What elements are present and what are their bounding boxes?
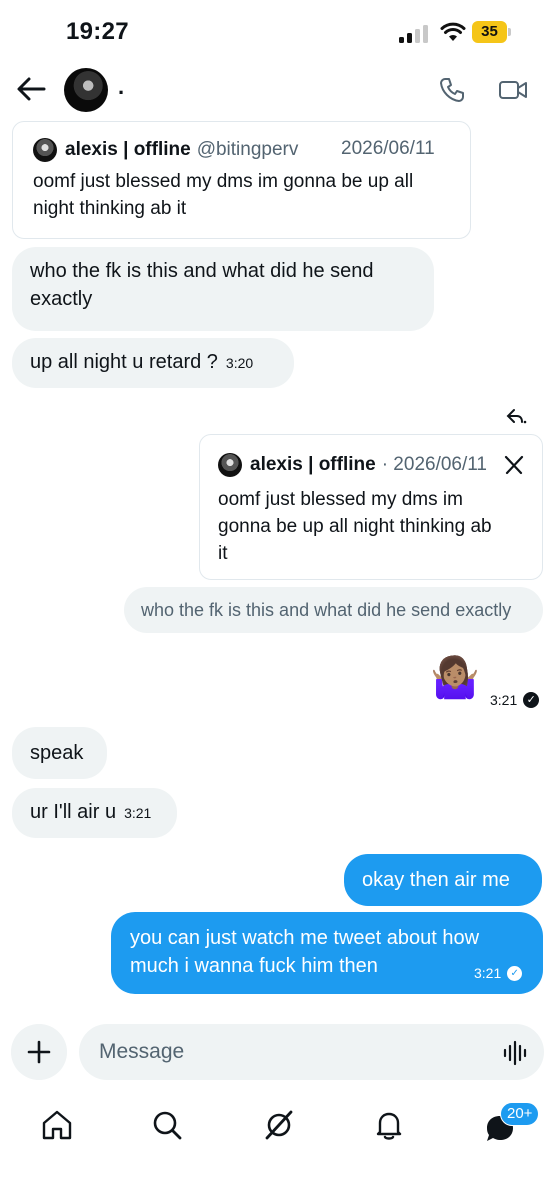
x-logo-icon <box>504 455 524 475</box>
quoted-post-card[interactable]: alexis | offline @bitingperv 2026/06/11 … <box>12 121 471 239</box>
wifi-icon <box>440 22 466 41</box>
reply-arrow-icon <box>506 409 527 424</box>
status-time: 19:27 <box>66 18 129 45</box>
grok-icon[interactable] <box>262 1108 296 1142</box>
video-camera-icon[interactable] <box>498 76 528 104</box>
bottom-navigation <box>0 1100 555 1200</box>
quoted-author-name: alexis | offline <box>65 139 191 160</box>
contact-avatar[interactable] <box>64 68 108 112</box>
quoted-post-date: · 2026/06/11 <box>381 454 487 475</box>
quoted-author-name: alexis | offline <box>250 454 376 475</box>
contact-name[interactable]: . <box>118 74 124 100</box>
seen-check-icon: ✓ <box>523 692 540 708</box>
sent-check-icon: ✓ <box>507 965 523 981</box>
home-icon[interactable] <box>40 1108 74 1142</box>
message-status: 3:21 ✓ <box>490 692 540 708</box>
message-timestamp: 3:21 <box>490 692 518 708</box>
add-media-button[interactable] <box>11 1024 67 1080</box>
status-bar: 19:27 35 <box>0 0 555 62</box>
phone-icon[interactable] <box>438 76 466 104</box>
voice-message-icon[interactable] <box>502 1040 528 1066</box>
message-input[interactable] <box>79 1024 544 1080</box>
shrug-emoji[interactable]: 🤷🏽‍♀️ <box>430 656 480 700</box>
messages-badge: 20+ <box>500 1102 540 1126</box>
notifications-bell-icon[interactable] <box>372 1108 406 1142</box>
quoted-post-text: oomf just blessed my dms im gonna be up … <box>218 489 492 564</box>
message-timestamp: 3:21 <box>474 965 502 981</box>
quoted-post-card[interactable]: alexis | offline · 2026/06/11 oomf just … <box>199 434 543 580</box>
back-arrow-icon[interactable] <box>14 74 48 104</box>
quoted-author-avatar <box>218 453 242 477</box>
quoted-author-avatar <box>33 138 57 162</box>
sent-message[interactable]: you can just watch me tweet about how mu… <box>111 912 543 994</box>
quoted-reply-message[interactable]: who the fk is this and what did he send … <box>124 587 543 633</box>
battery-icon: 35 <box>472 21 512 43</box>
cellular-signal-icon <box>399 25 429 43</box>
received-message[interactable]: ur I'll air u 3:21 <box>12 788 177 838</box>
received-message[interactable]: who the fk is this and what did he send … <box>12 247 434 331</box>
conversation-header: . <box>0 62 555 118</box>
battery-level: 35 <box>472 21 507 43</box>
search-icon[interactable] <box>150 1108 184 1142</box>
message-timestamp: 3:20 <box>225 355 254 371</box>
received-message[interactable]: up all night u retard ? 3:20 <box>12 338 294 388</box>
quoted-post-text: oomf just blessed my dms im gonna be up … <box>33 171 414 219</box>
quoted-author-handle: @bitingperv <box>196 139 299 160</box>
message-status: 3:21 ✓ <box>474 964 523 982</box>
received-message[interactable]: speak <box>12 727 107 779</box>
sent-message[interactable]: okay then air me <box>344 854 542 906</box>
quoted-post-date: 2026/06/11 <box>341 138 435 159</box>
message-timestamp: 3:21 <box>124 805 152 821</box>
